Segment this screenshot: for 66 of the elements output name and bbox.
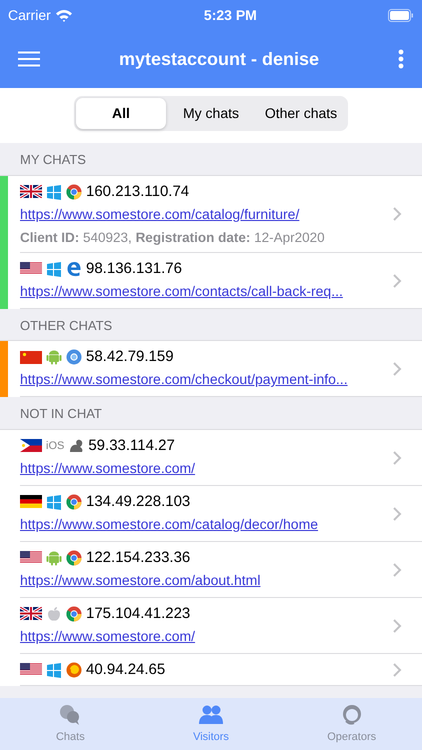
chevron-icon bbox=[392, 562, 402, 578]
flag-icon bbox=[20, 262, 42, 276]
chevron-icon bbox=[392, 662, 402, 678]
chevron-icon bbox=[392, 450, 402, 466]
menu-button[interactable] bbox=[18, 51, 40, 67]
ip-address: 175.104.41.223 bbox=[86, 604, 190, 624]
os-label: iOS bbox=[46, 438, 64, 454]
wifi-icon bbox=[54, 8, 73, 22]
windows-icon bbox=[46, 184, 62, 200]
battery-icon bbox=[388, 8, 414, 22]
visitor-row[interactable]: 160.213.110.74 https://www.somestore.com/catalog/furniture/ Client ID: 540923, Registration date: 12-Apr2020 bbox=[0, 176, 422, 253]
chevron-icon bbox=[392, 618, 402, 634]
flag-icon bbox=[20, 551, 42, 564]
visitor-row[interactable]: 40.94.24.65 bbox=[0, 654, 422, 686]
windows-icon bbox=[46, 662, 62, 678]
flag-icon bbox=[20, 663, 42, 676]
page-link[interactable]: https://www.somestore.com/catalog/furniture/ bbox=[20, 202, 300, 225]
page-link[interactable]: https://www.somestore.com/contacts/call-back-req... bbox=[20, 280, 343, 302]
client-info: Client ID: 540923, Registration date: 12-Apr2020 bbox=[20, 228, 326, 247]
status-time: 5:23 PM bbox=[204, 6, 257, 24]
visitor-row[interactable]: 98.136.131.76 https://www.somestore.com/contacts/call-back-req... bbox=[0, 252, 422, 309]
chevron-icon bbox=[392, 272, 402, 289]
page-link[interactable]: https://www.somestore.com/ bbox=[20, 456, 196, 479]
ip-address: 160.213.110.74 bbox=[86, 182, 190, 202]
visitor-row[interactable]: iOS 59.33.114.27 https://www.somestore.com/ bbox=[0, 430, 422, 486]
header-title: mytestaccount - denise bbox=[118, 48, 320, 71]
chevron-icon bbox=[392, 206, 402, 222]
browser-icon bbox=[66, 550, 82, 566]
segment-tab[interactable]: My chats bbox=[166, 98, 256, 129]
chevron-icon bbox=[392, 361, 402, 378]
ip-address: 122.154.233.36 bbox=[86, 548, 190, 568]
ip-address: 98.136.131.76 bbox=[86, 258, 182, 279]
people-icon bbox=[199, 702, 223, 727]
chevron-icon bbox=[392, 506, 402, 522]
page-link[interactable]: https://www.somestore.com/catalog/decor/home bbox=[20, 512, 318, 535]
carrier-label: Carrier bbox=[8, 6, 51, 24]
flag-icon bbox=[20, 495, 42, 508]
ip-address: 40.94.24.65 bbox=[86, 660, 166, 680]
page-link[interactable]: https://www.somestore.com/checkout/payment-info... bbox=[20, 368, 348, 390]
visitor-row[interactable]: 175.104.41.223 https://www.somestore.com/ bbox=[0, 598, 422, 654]
visitor-row[interactable]: 122.154.233.36 https://www.somestore.com/about.html bbox=[0, 542, 422, 598]
browser-icon bbox=[66, 494, 82, 510]
ip-address: 58.42.79.159 bbox=[86, 347, 174, 368]
flag-icon bbox=[20, 185, 42, 198]
ip-address: 59.33.114.27 bbox=[88, 436, 175, 456]
page-link[interactable]: https://www.somestore.com/about.html bbox=[20, 568, 260, 591]
page-link[interactable]: https://www.somestore.com/ bbox=[20, 624, 196, 647]
windows-icon bbox=[46, 494, 62, 510]
browser-icon bbox=[66, 184, 82, 200]
browser-icon bbox=[66, 349, 82, 366]
segment-tab[interactable]: All bbox=[76, 98, 166, 129]
flag-icon bbox=[20, 350, 42, 364]
visitor-row[interactable]: 58.42.79.159 https://www.somestore.com/checkout/payment-info... bbox=[0, 341, 422, 398]
segment-tab[interactable]: Other chats bbox=[256, 98, 346, 129]
visitor-row[interactable]: 134.49.228.103 https://www.somestore.com/catalog/decor/home bbox=[0, 486, 422, 542]
android-icon bbox=[46, 349, 62, 366]
flag-icon bbox=[20, 439, 42, 452]
browser-icon bbox=[66, 662, 82, 678]
browser-icon bbox=[66, 260, 82, 277]
android-icon bbox=[46, 550, 62, 566]
browser-icon bbox=[66, 606, 82, 622]
ip-address: 134.49.228.103 bbox=[86, 492, 190, 512]
apple-icon bbox=[46, 606, 62, 622]
more-button[interactable] bbox=[398, 49, 404, 69]
windows-icon bbox=[46, 260, 62, 277]
flag-icon bbox=[20, 607, 42, 620]
